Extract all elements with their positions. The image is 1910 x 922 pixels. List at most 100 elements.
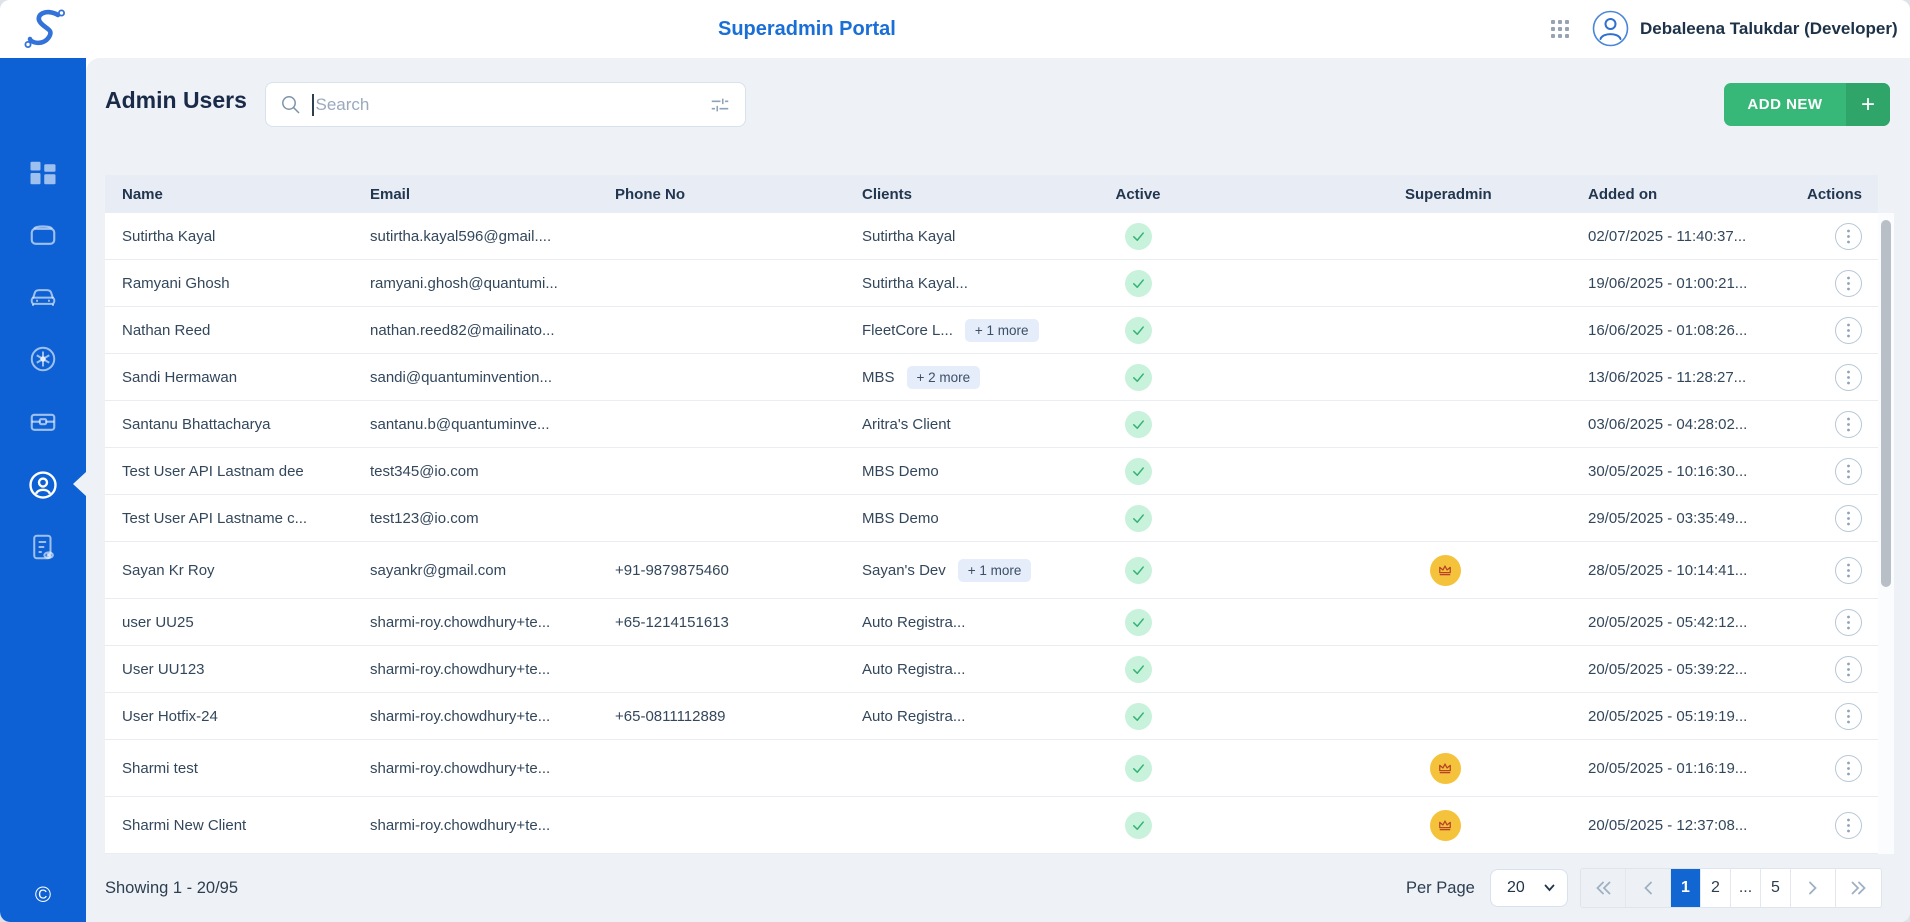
- sidebar-item-car-icon[interactable]: [28, 282, 58, 312]
- cell-email: test345@io.com: [370, 463, 615, 480]
- cell-email: sandi@quantuminvention...: [370, 369, 615, 386]
- cell-actions: [1798, 364, 1878, 391]
- page-ellipsis-button[interactable]: ...: [1731, 869, 1761, 907]
- copyright-icon[interactable]: ©: [0, 882, 86, 908]
- cell-added-on: 19/06/2025 - 01:00:21...: [1588, 275, 1798, 292]
- cell-clients: MBS Demo: [862, 510, 1105, 527]
- cell-actions: [1798, 458, 1878, 485]
- table-body: Sutirtha Kayal sutirtha.kayal596@gmail..…: [105, 213, 1878, 854]
- row-actions-kebab-button[interactable]: [1835, 411, 1862, 438]
- table-row: Santanu Bhattacharya santanu.b@quantumin…: [105, 401, 1878, 448]
- row-actions-kebab-button[interactable]: [1835, 755, 1862, 782]
- cell-added-on: 20/05/2025 - 05:19:19...: [1588, 708, 1798, 725]
- row-actions-kebab-button[interactable]: [1835, 703, 1862, 730]
- cell-actions: [1798, 223, 1878, 250]
- cell-email: nathan.reed82@mailinato...: [370, 322, 615, 339]
- cell-active: [1105, 557, 1405, 584]
- client-name: MBS: [862, 369, 895, 386]
- active-check-icon: [1125, 755, 1152, 782]
- cell-active: [1105, 458, 1405, 485]
- cell-active: [1105, 364, 1405, 391]
- cell-name: Nathan Reed: [122, 322, 370, 339]
- cell-name: Sutirtha Kayal: [122, 228, 370, 245]
- portal-title: Superadmin Portal: [718, 0, 896, 58]
- active-check-icon: [1125, 458, 1152, 485]
- current-user-name[interactable]: Debaleena Talukdar (Developer): [1640, 0, 1898, 58]
- cell-clients: Auto Registra...: [862, 708, 1105, 725]
- cell-name: Sharmi test: [122, 760, 370, 777]
- cell-added-on: 16/06/2025 - 01:08:26...: [1588, 322, 1798, 339]
- active-check-icon: [1125, 609, 1152, 636]
- user-avatar-icon[interactable]: [1592, 10, 1629, 47]
- sidebar-item-admin-users-icon[interactable]: [28, 470, 58, 500]
- cell-email: sutirtha.kayal596@gmail....: [370, 228, 615, 245]
- more-clients-badge[interactable]: + 2 more: [907, 366, 981, 389]
- cell-active: [1105, 317, 1405, 344]
- first-page-button[interactable]: [1581, 869, 1626, 907]
- superadmin-crown-icon: [1430, 555, 1461, 586]
- client-name: MBS Demo: [862, 510, 939, 527]
- cell-active: [1105, 223, 1405, 250]
- cell-active: [1105, 411, 1405, 438]
- filter-sliders-icon[interactable]: [709, 94, 731, 116]
- sidebar-item-toolbox-icon[interactable]: [28, 406, 58, 436]
- cell-clients: FleetCore L... + 1 more: [862, 319, 1105, 342]
- search-input[interactable]: [314, 83, 710, 126]
- cell-clients: Auto Registra...: [862, 661, 1105, 678]
- sidebar-item-wheel-fan-icon[interactable]: [28, 344, 58, 374]
- chevron-down-icon: [1544, 884, 1555, 892]
- cell-clients: Auto Registra...: [862, 614, 1105, 631]
- brand-logo-icon: [22, 6, 68, 52]
- prev-page-button[interactable]: [1626, 869, 1671, 907]
- cell-name: Sandi Hermawan: [122, 369, 370, 386]
- add-new-button[interactable]: ADD NEW +: [1724, 83, 1890, 126]
- row-actions-kebab-button[interactable]: [1835, 812, 1862, 839]
- row-actions-kebab-button[interactable]: [1835, 364, 1862, 391]
- cell-actions: [1798, 609, 1878, 636]
- more-clients-badge[interactable]: + 1 more: [965, 319, 1039, 342]
- cell-clients: Sayan's Dev + 1 more: [862, 559, 1105, 582]
- cell-superadmin: [1405, 810, 1588, 841]
- apps-grid-icon[interactable]: [1550, 19, 1570, 39]
- row-actions-kebab-button[interactable]: [1835, 505, 1862, 532]
- client-name: Sutirtha Kayal: [862, 228, 955, 245]
- row-actions-kebab-button[interactable]: [1835, 270, 1862, 297]
- more-clients-badge[interactable]: + 1 more: [958, 559, 1032, 582]
- row-actions-kebab-button[interactable]: [1835, 458, 1862, 485]
- cell-added-on: 28/05/2025 - 10:14:41...: [1588, 562, 1798, 579]
- page-button-2[interactable]: 2: [1701, 869, 1731, 907]
- active-check-icon: [1125, 812, 1152, 839]
- row-actions-kebab-button[interactable]: [1835, 609, 1862, 636]
- superadmin-portal-app: Superadmin Portal Debaleena Talukdar (De…: [0, 0, 1910, 922]
- active-check-icon: [1125, 317, 1152, 344]
- cell-actions: [1798, 505, 1878, 532]
- per-page-label: Per Page: [1406, 854, 1475, 922]
- row-actions-kebab-button[interactable]: [1835, 656, 1862, 683]
- cell-active: [1105, 755, 1405, 782]
- client-name: Sutirtha Kayal...: [862, 275, 968, 292]
- sidebar-item-card-box-icon[interactable]: [28, 220, 58, 250]
- cell-active: [1105, 505, 1405, 532]
- sidebar-item-report-doc-icon[interactable]: [28, 532, 58, 562]
- pagination: 1 2 ... 5: [1580, 868, 1882, 908]
- cell-actions: [1798, 755, 1878, 782]
- page-button-5[interactable]: 5: [1761, 869, 1791, 907]
- cell-name: Sayan Kr Roy: [122, 562, 370, 579]
- next-page-button[interactable]: [1791, 869, 1836, 907]
- sidebar-item-dashboard-icon[interactable]: [28, 158, 58, 188]
- cell-added-on: 13/06/2025 - 11:28:27...: [1588, 369, 1798, 386]
- active-check-icon: [1125, 270, 1152, 297]
- page-button-1[interactable]: 1: [1671, 869, 1701, 907]
- row-actions-kebab-button[interactable]: [1835, 223, 1862, 250]
- active-check-icon: [1125, 223, 1152, 250]
- cell-added-on: 20/05/2025 - 01:16:19...: [1588, 760, 1798, 777]
- cell-email: sharmi-roy.chowdhury+te...: [370, 661, 615, 678]
- cell-clients: Sutirtha Kayal...: [862, 275, 1105, 292]
- active-check-icon: [1125, 411, 1152, 438]
- row-actions-kebab-button[interactable]: [1835, 317, 1862, 344]
- row-actions-kebab-button[interactable]: [1835, 557, 1862, 584]
- per-page-select[interactable]: 20: [1490, 869, 1568, 907]
- last-page-button[interactable]: [1836, 869, 1881, 907]
- vertical-scrollbar-thumb[interactable]: [1881, 220, 1891, 587]
- col-header-superadmin: Superadmin: [1405, 186, 1588, 203]
